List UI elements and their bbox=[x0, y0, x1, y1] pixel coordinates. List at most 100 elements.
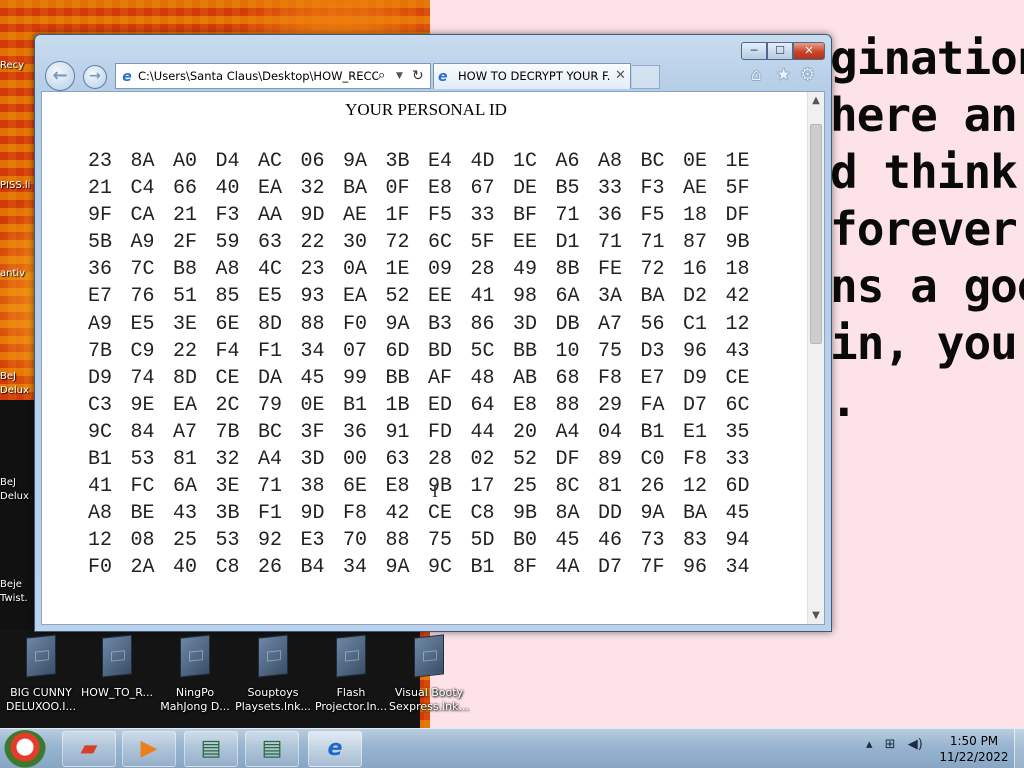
hex-byte: D9 bbox=[683, 366, 708, 390]
hex-byte: 5B bbox=[88, 231, 113, 255]
shortcut-file-icon bbox=[26, 634, 56, 678]
close-tab-icon[interactable]: ✕ bbox=[615, 64, 626, 88]
scroll-down-icon[interactable]: ▼ bbox=[808, 607, 824, 624]
hex-row: 21 C4 66 40 EA 32 BA 0F E8 67 DE B5 33 F3 AE 5F bbox=[88, 175, 768, 202]
taskbar-document-button[interactable]: ▤ bbox=[245, 731, 299, 767]
speaker-icon[interactable]: ◀) bbox=[908, 737, 923, 752]
desktop-icon-visual-booty[interactable]: Visual Booty Sexpress.lnk... bbox=[388, 634, 470, 714]
hex-row: A8 BE 43 3B F1 9D F8 42 CE C8 9B 8A DD 9A BA 45 bbox=[88, 500, 768, 527]
hex-byte: 12 bbox=[725, 312, 750, 336]
hex-byte: D7 bbox=[598, 556, 623, 580]
vertical-scrollbar[interactable]: ▲ ▼ bbox=[807, 92, 824, 624]
hex-byte: 1E bbox=[725, 150, 750, 173]
taskbar-media-player-button[interactable]: ▶ bbox=[122, 731, 176, 767]
arrow-left-icon: ← bbox=[52, 65, 68, 86]
hex-byte: 9F bbox=[88, 204, 113, 228]
desktop-icon-souptoys[interactable]: Souptoys Playsets.lnk... bbox=[232, 634, 314, 714]
hex-byte: 6A bbox=[555, 285, 580, 309]
hex-byte: 0E bbox=[683, 150, 708, 173]
address-bar[interactable]: e C:\Users\Santa Claus\Desktop\HOW_RECOV… bbox=[115, 63, 431, 89]
close-window-button[interactable]: ✕ bbox=[793, 42, 825, 60]
search-icon[interactable]: ⌕ bbox=[378, 64, 385, 88]
gear-icon[interactable]: ⚙ bbox=[800, 65, 815, 85]
hex-byte: 87 bbox=[683, 231, 708, 255]
hex-byte: 25 bbox=[513, 475, 538, 499]
desktop-icon-label: HOW_TO_R... bbox=[81, 686, 153, 699]
hex-byte: 89 bbox=[598, 448, 623, 472]
forward-button[interactable]: → bbox=[83, 65, 107, 89]
hex-byte: B1 bbox=[343, 393, 368, 417]
hex-byte: BF bbox=[513, 204, 538, 228]
clock-date: 11/22/2022 bbox=[939, 750, 1009, 764]
hex-byte: 88 bbox=[555, 393, 580, 417]
scrollbar-thumb[interactable] bbox=[810, 124, 822, 344]
show-desktop-button[interactable] bbox=[1014, 729, 1024, 768]
taskbar-explorer-button[interactable]: ▰ bbox=[62, 731, 116, 767]
taskbar-document-button[interactable]: ▤ bbox=[184, 731, 238, 767]
hex-byte: 5D bbox=[470, 529, 495, 553]
hex-byte: 70 bbox=[343, 529, 368, 553]
hex-byte: 22 bbox=[300, 231, 325, 255]
hex-byte: 36 bbox=[88, 258, 113, 282]
desktop-icon-label: Beje Twist. bbox=[0, 579, 28, 604]
back-button[interactable]: ← bbox=[45, 61, 75, 91]
hex-byte: C1 bbox=[683, 312, 708, 336]
clock-time: 1:50 PM bbox=[949, 734, 999, 748]
desktop-icon-label: Flash Projector.In... bbox=[314, 686, 388, 713]
desktop-icon-flash-projector[interactable]: Flash Projector.In... bbox=[310, 634, 392, 714]
hex-byte: 91 bbox=[385, 420, 410, 444]
desktop-icon-ningpo-mahjong[interactable]: NingPo MahJong D... bbox=[154, 634, 236, 714]
hex-byte: 3A bbox=[598, 285, 623, 309]
hex-byte: 41 bbox=[470, 285, 495, 309]
hex-byte: D3 bbox=[640, 339, 665, 363]
hex-byte: 48 bbox=[470, 366, 495, 390]
hex-byte: 51 bbox=[173, 285, 198, 309]
hex-byte: 71 bbox=[555, 204, 580, 228]
hex-byte: F8 bbox=[598, 366, 623, 390]
hex-byte: AC bbox=[258, 150, 283, 173]
start-button[interactable] bbox=[4, 730, 46, 768]
desktop-icon-how-to-recover[interactable]: HOW_TO_R... bbox=[76, 634, 158, 700]
hex-byte: 7F bbox=[640, 556, 665, 580]
hex-byte: 84 bbox=[130, 420, 155, 444]
hex-byte: 23 bbox=[88, 150, 113, 173]
hex-byte: 2C bbox=[215, 393, 240, 417]
hex-row: B1 53 81 32 A4 3D 00 63 28 02 52 DF 89 C0 F8 33 bbox=[88, 446, 768, 473]
star-icon[interactable]: ★ bbox=[776, 65, 791, 85]
hex-byte: 3E bbox=[173, 312, 198, 336]
hex-byte: 74 bbox=[130, 366, 155, 390]
tab-how-to-decrypt[interactable]: e HOW TO DECRYPT YOUR F... ✕ bbox=[433, 63, 631, 89]
home-icon[interactable]: ⌂ bbox=[751, 65, 762, 85]
hex-row: A9 E5 3E 6E 8D 88 F0 9A B3 86 3D DB A7 56 C1 12 bbox=[88, 311, 768, 338]
hex-byte: 86 bbox=[470, 312, 495, 336]
minimize-button[interactable]: ─ bbox=[741, 42, 767, 60]
hex-byte: 71 bbox=[640, 231, 665, 255]
hex-byte: 3F bbox=[300, 420, 325, 444]
hex-byte: AA bbox=[258, 204, 283, 228]
taskbar-internet-explorer-button[interactable]: e bbox=[308, 731, 362, 767]
hex-byte: 8A bbox=[555, 502, 580, 526]
desktop-icon-big-cunny[interactable]: BIG CUNNY DELUXOO.I... bbox=[0, 634, 82, 714]
hex-byte: 3D bbox=[513, 312, 538, 336]
scroll-up-icon[interactable]: ▲ bbox=[808, 92, 824, 109]
hex-byte: 18 bbox=[725, 258, 750, 282]
hex-byte: F3 bbox=[640, 177, 665, 201]
hex-byte: 8C bbox=[555, 475, 580, 499]
hex-byte: E8 bbox=[385, 475, 410, 499]
hex-byte: 12 bbox=[683, 475, 708, 499]
address-text[interactable]: C:\Users\Santa Claus\Desktop\HOW_RECOV bbox=[138, 64, 378, 88]
hex-byte: 53 bbox=[215, 529, 240, 553]
document-icon: ▤ bbox=[261, 736, 283, 761]
network-icon[interactable]: ⊞ bbox=[885, 737, 896, 752]
chevron-up-icon[interactable]: ▴ bbox=[866, 737, 873, 752]
chevron-down-icon[interactable]: ▼ bbox=[396, 64, 403, 88]
tab-title: HOW TO DECRYPT YOUR F... bbox=[458, 69, 610, 83]
hex-byte: 45 bbox=[300, 366, 325, 390]
refresh-icon[interactable]: ↻ bbox=[412, 64, 424, 88]
maximize-button[interactable]: ☐ bbox=[767, 42, 793, 60]
clock[interactable]: 1:50 PM 11/22/2022 bbox=[938, 733, 1010, 765]
hex-byte: FE bbox=[598, 258, 623, 282]
hex-byte: AE bbox=[683, 177, 708, 201]
new-tab-button[interactable] bbox=[632, 65, 660, 89]
hex-byte: 32 bbox=[300, 177, 325, 201]
